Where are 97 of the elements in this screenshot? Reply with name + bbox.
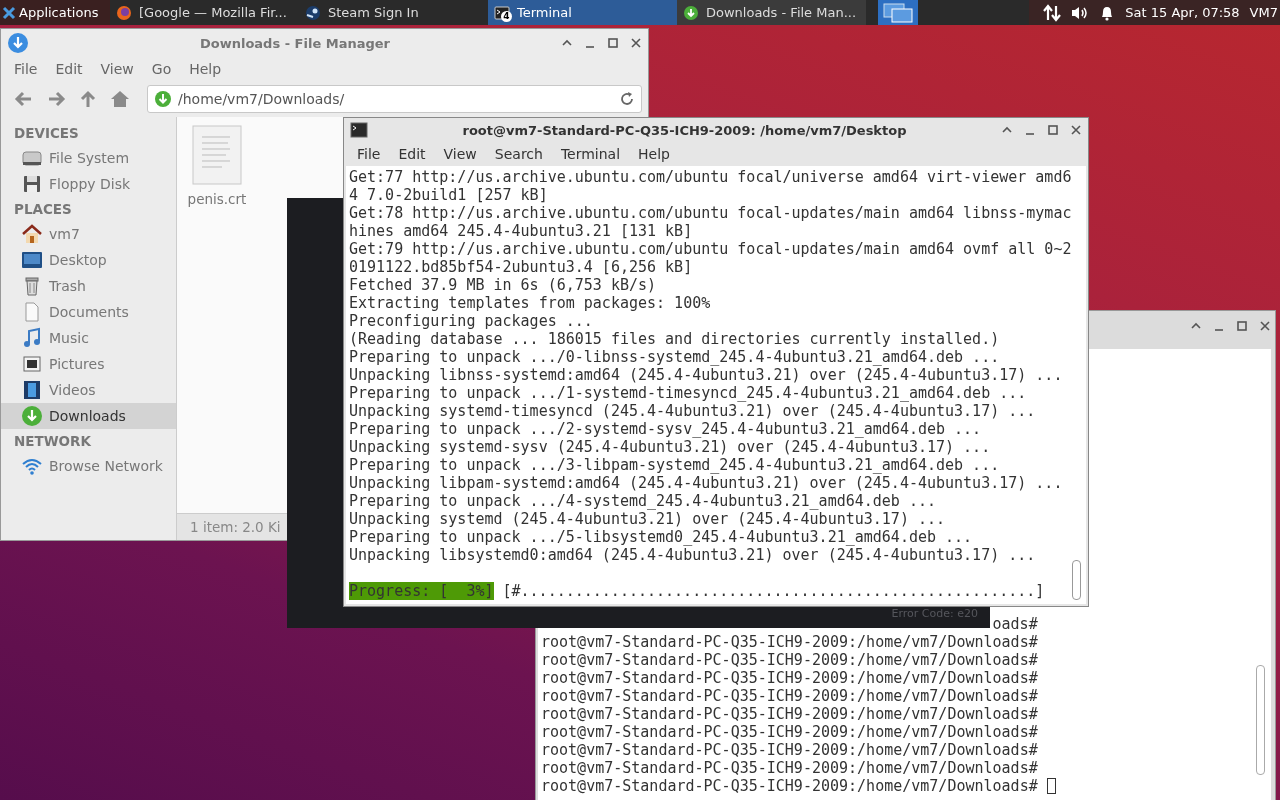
progress-label: Progress: [ 3%] <box>349 582 494 600</box>
menu-item[interactable]: Help <box>180 61 231 77</box>
terminal-line: Get:78 http://us.archive.ubuntu.com/ubuntu focal-updates/main amd64 libnss-mymac <box>349 204 1073 222</box>
window-title: Downloads - File Manager <box>198 35 391 51</box>
sidebar-item[interactable]: vm7 <box>1 221 176 247</box>
section-heading: PLACES <box>13 200 73 219</box>
terminal-line: root@vm7-Standard-PC-Q35-ICH9-2009:/home/vm7/Downloads# <box>541 723 1038 741</box>
terminal-line: hines amd64 245.4-4ubuntu3.21 [131 kB] <box>349 222 694 240</box>
film-strip-icon <box>21 379 43 401</box>
maximize-icon[interactable] <box>1047 124 1059 136</box>
text-cursor <box>1046 778 1056 794</box>
terminal-line: Extracting templates from packages: 100% <box>349 294 712 312</box>
count-badge: 4 <box>501 11 512 22</box>
terminal-line: Unpacking systemd-timesyncd (245.4-4ubuntu3.21) over (245.4-4ubuntu3.17) ... <box>349 402 1037 420</box>
terminal-line: root@vm7-Standard-PC-Q35-ICH9-2009:/home/vm7/Downloads# <box>541 777 1038 795</box>
menu-item[interactable]: Edit <box>46 61 92 77</box>
close-icon[interactable] <box>1070 124 1082 136</box>
download-icon <box>154 90 172 108</box>
terminal-line: root@vm7-Standard-PC-Q35-ICH9-2009:/home/vm7/Downloads# <box>541 759 1038 777</box>
maximize-icon[interactable] <box>1236 320 1248 332</box>
menu-item[interactable]: Terminal <box>551 146 630 162</box>
terminal-line: 0191122.bd85bf54-2ubuntu3.4 [6,256 kB] <box>349 258 694 276</box>
sidebar-item[interactable]: Downloads <box>1 403 176 429</box>
section-heading: NETWORK <box>13 432 92 451</box>
sidebar-item[interactable]: Trash <box>1 273 176 299</box>
terminal-line: Unpacking libsystemd0:amd64 (245.4-4ubuntu3.21) over (245.4-4ubuntu3.17) ... <box>349 546 1037 564</box>
menu-item[interactable]: Go <box>142 61 181 77</box>
window-title: root@vm7-Standard-PC-Q35-ICH9-2009: /home/vm7/Desktop <box>461 122 908 138</box>
sidebar-item[interactable]: Pictures <box>1 351 176 377</box>
terminal-line: oads# <box>991 615 1038 633</box>
browser-icon <box>116 4 132 21</box>
maximize-icon[interactable] <box>607 37 619 49</box>
terminal-line: Preparing to unpack .../3-libpam-systemd_245.4-4ubuntu3.21_amd64.deb ... <box>349 456 1001 474</box>
volume-icon[interactable] <box>1071 4 1090 21</box>
terminal-icon <box>350 122 368 138</box>
sidebar-item[interactable]: Floppy Disk <box>1 171 176 197</box>
scrollbar[interactable] <box>1256 665 1265 775</box>
terminal-line: Preparing to unpack .../4-systemd_245.4-4ubuntu3.21_amd64.deb ... <box>349 492 937 510</box>
menu-item[interactable]: Edit <box>389 146 435 162</box>
sidebar-item[interactable]: Browse Network <box>1 453 176 479</box>
download-icon <box>7 32 29 54</box>
home-icon <box>21 223 43 245</box>
user-name[interactable]: VM7 <box>1249 5 1278 20</box>
terminal-line: root@vm7-Standard-PC-Q35-ICH9-2009:/home/vm7/Downloads# <box>541 741 1038 759</box>
terminal-line: root@vm7-Standard-PC-Q35-ICH9-2009:/home/vm7/Downloads# <box>541 633 1038 651</box>
document-entry[interactable]: penis.crt <box>189 125 245 207</box>
text-file-icon <box>192 125 242 185</box>
menu-item[interactable]: Help <box>629 146 679 162</box>
network-arrows-icon[interactable] <box>1043 3 1062 22</box>
reload-icon[interactable] <box>619 91 635 107</box>
sidebar-item[interactable]: File System <box>1 145 176 171</box>
terminal-line: Fetched 37.9 MB in 6s (6,753 kB/s) <box>349 276 658 294</box>
download-icon <box>21 405 43 427</box>
terminal-line: Unpacking libnss-systemd:amd64 (245.4-4ubuntu3.21) over (245.4-4ubuntu3.17) ... <box>349 366 1064 384</box>
terminal-line: root@vm7-Standard-PC-Q35-ICH9-2009:/home/vm7/Downloads# <box>541 705 1038 723</box>
sidebar-item[interactable]: Desktop <box>1 247 176 273</box>
terminal-line: root@vm7-Standard-PC-Q35-ICH9-2009:/home/vm7/Downloads# <box>541 669 1038 687</box>
terminal-icon <box>494 4 510 21</box>
terminal-line: (Reading database ... 186015 files and directories currently installed.) <box>349 330 1001 348</box>
menu-item[interactable]: Search <box>485 146 552 162</box>
terminal-line: root@vm7-Standard-PC-Q35-ICH9-2009:/home/vm7/Downloads# <box>541 651 1038 669</box>
terminal-line: Get:77 http://us.archive.ubuntu.com/ubuntu focal/universe amd64 virt-viewer amd6 <box>349 168 1073 186</box>
menu-item[interactable]: View <box>91 61 143 77</box>
terminal-line: Preparing to unpack .../1-systemd-timesyncd_245.4-4ubuntu3.21_amd64.deb ... <box>349 384 1028 402</box>
section-heading: DEVICES <box>13 124 80 143</box>
close-icon[interactable] <box>630 37 642 49</box>
home-icon[interactable] <box>109 88 131 110</box>
desktop-icon <box>21 249 43 271</box>
steam-icon <box>305 4 321 21</box>
terminal-line: Unpacking systemd-sysv (245.4-4ubuntu3.21) over (245.4-4ubuntu3.17) ... <box>349 438 992 456</box>
terminal-line: Preconfiguring packages ... <box>349 312 594 330</box>
scrollbar[interactable] <box>1072 560 1081 600</box>
terminal-line: Get:79 http://us.archive.ubuntu.com/ubuntu focal-updates/main amd64 ovmf all 0~2 <box>349 240 1073 258</box>
sidebar-item[interactable]: Videos <box>1 377 176 403</box>
terminal-line: Preparing to unpack .../0-libnss-systemd_245.4-4ubuntu3.21_amd64.deb ... <box>349 348 1001 366</box>
location-field[interactable]: /home/vm7/Downloads/ <box>147 85 642 113</box>
x-logo-icon <box>2 5 16 20</box>
menu-item[interactable]: View <box>434 146 486 162</box>
photo-icon <box>21 353 43 375</box>
terminal-line: Unpacking libpam-systemd:amd64 (245.4-4ubuntu3.21) over (245.4-4ubuntu3.17) ... <box>349 474 1064 492</box>
terminal-line: 4 7.0-2build1 [257 kB] <box>349 186 549 204</box>
download-icon <box>683 4 699 21</box>
menu-item[interactable]: File <box>348 146 390 162</box>
error-code-text: Error Code: e20 <box>891 607 978 620</box>
terminal-line: root@vm7-Standard-PC-Q35-ICH9-2009:/home/vm7/Downloads# <box>541 687 1038 705</box>
applications-menu[interactable]: Applications <box>0 0 110 25</box>
sidebar-item[interactable]: Music <box>1 325 176 351</box>
close-icon[interactable] <box>1259 320 1271 332</box>
sidebar-item[interactable]: Documents <box>1 299 176 325</box>
music-note-icon <box>21 327 43 349</box>
clock[interactable]: Sat 15 Apr, 07:58 <box>1125 5 1240 20</box>
progress-bar-text: [#.........................................................] <box>502 582 1045 600</box>
menu-item[interactable]: File <box>5 61 47 77</box>
taskbar-button[interactable]: Downloads - File Man... <box>677 0 866 25</box>
terminal-line: Preparing to unpack .../2-systemd-sysv_245.4-4ubuntu3.21_amd64.deb ... <box>349 420 983 438</box>
workspace-switcher[interactable] <box>878 0 918 25</box>
taskbar-button[interactable]: 4 Terminal <box>488 0 677 25</box>
